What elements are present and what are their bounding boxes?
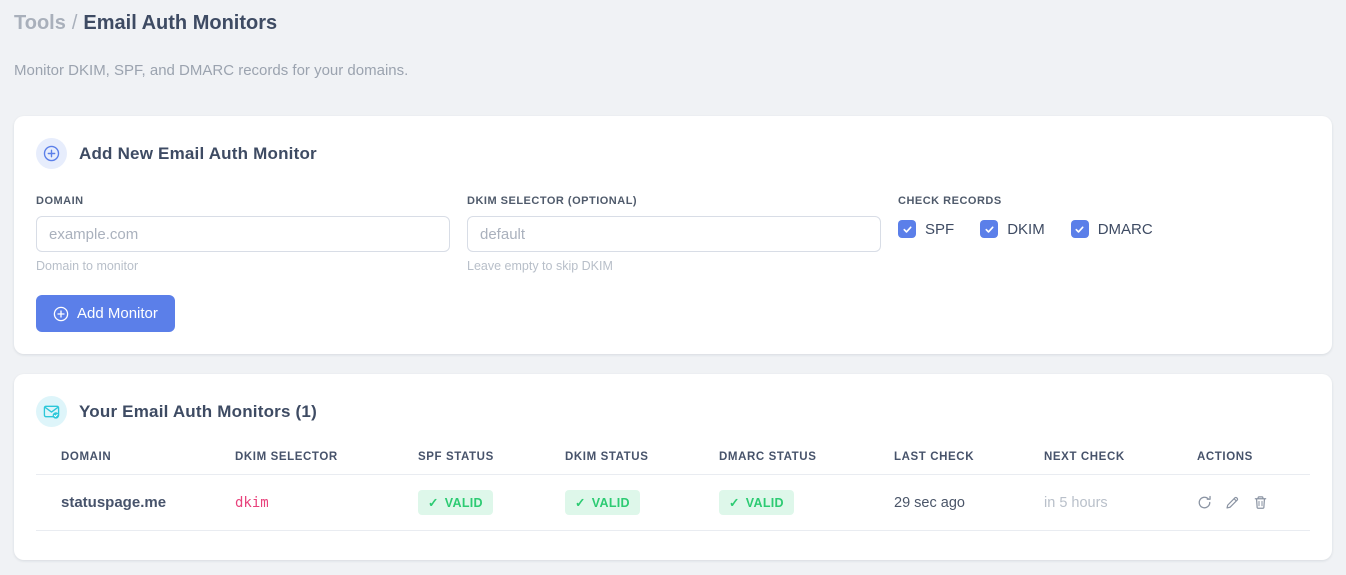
monitor-last-check: 29 sec ago: [894, 494, 965, 511]
checkbox-checked-icon: [980, 220, 999, 238]
add-card-title: Add New Email Auth Monitor: [79, 143, 317, 163]
dmarc-status-label: VALID: [745, 495, 784, 510]
breadcrumb-parent-link[interactable]: Tools: [14, 12, 66, 34]
check-records-options: SPF DKIM DMARC: [898, 220, 1310, 238]
breadcrumb: Tools / Email Auth Monitors: [14, 10, 1332, 36]
domain-hint: Domain to monitor: [36, 259, 139, 273]
column-header-last-check: LAST CHECK: [869, 451, 1019, 475]
checkbox-dmarc-label: DMARC: [1097, 220, 1153, 238]
dkim-selector-label: DKIM SELECTOR (OPTIONAL): [467, 195, 638, 207]
edit-icon[interactable]: [1225, 495, 1240, 510]
envelope-check-icon: [36, 396, 67, 427]
add-monitor-form: DOMAIN Domain to monitor DKIM SELECTOR (…: [36, 195, 1310, 273]
table-row: statuspage.me dkim ✓ VALID ✓ VALID ✓ VALID …: [36, 474, 1310, 531]
table-header-row: DOMAIN DKIM SELECTOR SPF STATUS DKIM STA…: [36, 451, 1310, 475]
checkbox-spf-label: SPF: [925, 220, 955, 238]
page-title: Email Auth Monitors: [83, 12, 278, 34]
refresh-icon[interactable]: [1197, 495, 1212, 510]
checkbox-dmarc[interactable]: DMARC: [1070, 220, 1153, 238]
page-subtitle: Monitor DKIM, SPF, and DMARC records for…: [14, 62, 409, 79]
checkbox-checked-icon: [898, 220, 916, 238]
domain-label: DOMAIN: [36, 195, 84, 207]
column-header-spf-status: SPF STATUS: [393, 451, 540, 475]
monitors-table: DOMAIN DKIM SELECTOR SPF STATUS DKIM STA…: [36, 451, 1310, 531]
monitors-card-title: Your Email Auth Monitors (1): [79, 401, 317, 421]
checkbox-dkim-label: DKIM: [1007, 220, 1045, 238]
dkim-status-badge: ✓ VALID: [565, 490, 640, 515]
delete-icon[interactable]: [1253, 495, 1268, 510]
monitor-domain: statuspage.me: [36, 474, 210, 531]
column-header-next-check: NEXT CHECK: [1019, 451, 1172, 475]
breadcrumb-separator: /: [71, 12, 78, 34]
dkim-status-label: VALID: [591, 495, 630, 510]
spf-status-badge: ✓ VALID: [418, 490, 493, 515]
checkbox-spf[interactable]: SPF: [898, 220, 954, 238]
row-actions: [1197, 495, 1302, 510]
monitors-card-header: Your Email Auth Monitors (1): [36, 396, 1310, 427]
column-header-dkim-selector: DKIM SELECTOR: [210, 451, 393, 475]
dmarc-status-badge: ✓ VALID: [719, 490, 794, 515]
column-header-dmarc-status: DMARC STATUS: [694, 451, 869, 475]
domain-input[interactable]: [36, 216, 450, 252]
dkim-selector-input[interactable]: [467, 216, 881, 252]
add-monitor-button-label: Add Monitor: [77, 305, 158, 322]
monitor-next-check: in 5 hours: [1044, 494, 1108, 511]
add-monitor-button[interactable]: Add Monitor: [36, 295, 175, 332]
dkim-selector-hint: Leave empty to skip DKIM: [467, 259, 613, 273]
column-header-domain: DOMAIN: [36, 451, 210, 475]
add-monitor-card: Add New Email Auth Monitor DOMAIN Domain…: [14, 116, 1332, 354]
monitors-card: Your Email Auth Monitors (1) DOMAIN DKIM…: [14, 374, 1332, 560]
check-icon: ✓: [575, 496, 586, 510]
check-icon: ✓: [729, 496, 740, 510]
domain-field-group: DOMAIN Domain to monitor: [36, 195, 450, 273]
monitor-dkim-selector: dkim: [235, 494, 269, 511]
circle-plus-icon: [36, 138, 67, 169]
dkim-selector-field-group: DKIM SELECTOR (OPTIONAL) Leave empty to …: [467, 195, 881, 273]
column-header-actions: ACTIONS: [1172, 451, 1310, 475]
spf-status-label: VALID: [444, 495, 483, 510]
column-header-dkim-status: DKIM STATUS: [540, 451, 694, 475]
check-records-label: CHECK RECORDS: [898, 195, 1002, 207]
check-icon: ✓: [428, 496, 439, 510]
add-card-header: Add New Email Auth Monitor: [36, 138, 1310, 169]
checkbox-checked-icon: [1070, 220, 1089, 238]
circle-plus-icon: [53, 306, 69, 322]
check-records-group: CHECK RECORDS SPF DKIM DMARC: [898, 195, 1310, 273]
checkbox-dkim[interactable]: DKIM: [980, 220, 1045, 238]
page: Tools / Email Auth Monitors Monitor DKIM, …: [0, 0, 1346, 560]
